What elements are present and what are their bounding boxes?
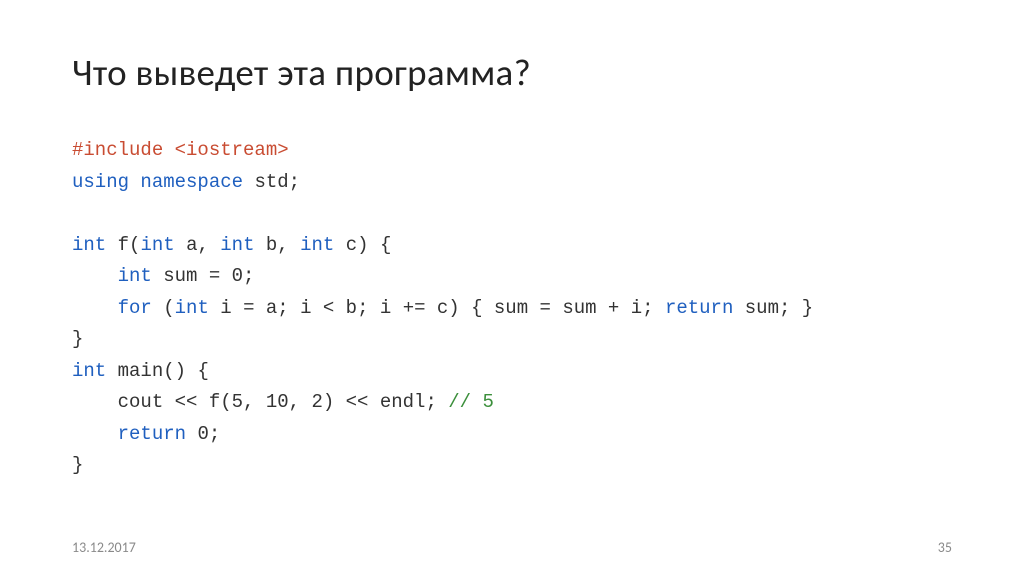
slide: Что выведет эта программа? #include <ios… [0,0,1024,576]
code-include: #include <iostream> [72,139,289,161]
code-sum-decl: sum = 0; [163,265,254,287]
code-param-b: b, [266,234,289,256]
code-kw-return: return [118,423,186,445]
code-kw-int: int [118,265,152,287]
code-kw-using: using [72,171,129,193]
code-kw-int: int [140,234,174,256]
code-block: #include <iostream> using namespace std;… [72,135,952,482]
code-kw-return: return [665,297,733,319]
code-main: main() { [118,360,209,382]
code-kw-namespace: namespace [140,171,243,193]
code-param-a: a, [186,234,209,256]
code-for-body: i = a; i < b; i += c) { sum = sum + i; [220,297,653,319]
code-zero: 0; [197,423,220,445]
code-kw-int: int [175,297,209,319]
code-cout-line: cout << f(5, 10, 2) << endl; [118,391,437,413]
footer-page-number: 35 [938,539,952,556]
code-open-paren: ( [163,297,174,319]
code-std: std; [254,171,300,193]
code-kw-int: int [72,360,106,382]
code-brace-close: } [72,328,83,350]
slide-footer: 13.12.2017 35 [72,539,952,556]
slide-title: Что выведет эта программа? [72,50,952,95]
code-kw-int: int [300,234,334,256]
code-kw-for: for [118,297,152,319]
code-brace-close: } [72,454,83,476]
code-comment: // 5 [448,391,494,413]
code-param-c: c) { [346,234,392,256]
footer-date: 13.12.2017 [72,539,136,556]
code-kw-int: int [72,234,106,256]
code-return-sum: sum; } [745,297,813,319]
code-kw-int: int [220,234,254,256]
code-fname: f( [118,234,141,256]
